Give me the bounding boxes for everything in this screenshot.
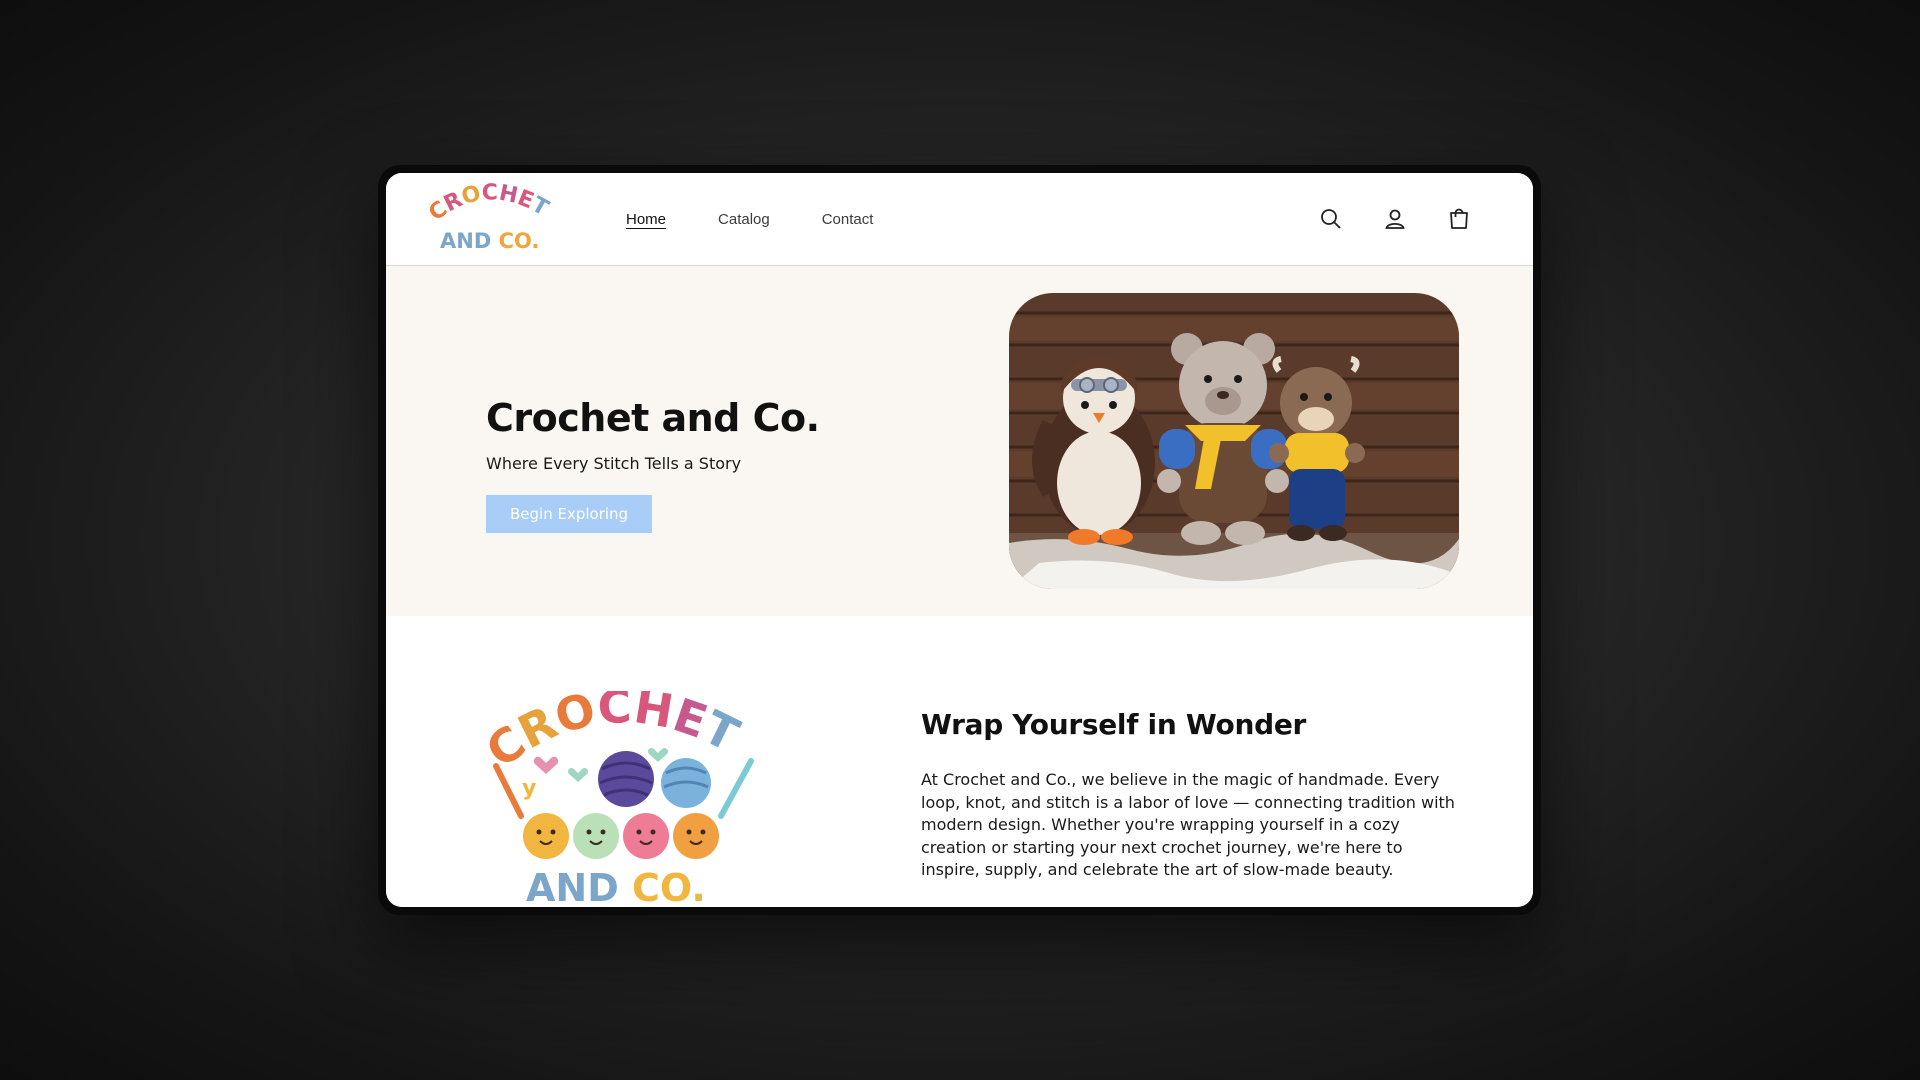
crochet-and-co-badge-logo: CROCHET y (486, 691, 754, 907)
svg-text:CROCHET: CROCHET (426, 183, 552, 226)
hero-subtitle: Where Every Stitch Tells a Story (486, 454, 742, 473)
svg-text:y: y (522, 776, 536, 801)
hero-section: Crochet and Co. Where Every Stitch Tells… (386, 266, 1533, 616)
about-section: CROCHET y (386, 616, 1533, 907)
site-header: CROCHET AND CO. Home Catalog Contact (386, 173, 1533, 266)
hero-text-block: Crochet and Co. Where Every Stitch Tells… (486, 396, 820, 533)
nav-home-link[interactable]: Home (626, 211, 666, 228)
account-icon[interactable] (1381, 205, 1409, 233)
brand-logo[interactable]: CROCHET AND CO. (426, 183, 561, 255)
device-frame: CROCHET AND CO. Home Catalog Contact Cro… (378, 165, 1541, 915)
header-actions (1317, 205, 1473, 233)
browser-screen: CROCHET AND CO. Home Catalog Contact Cro… (386, 173, 1533, 907)
about-title: Wrap Yourself in Wonder (921, 708, 1307, 741)
main-nav: Home Catalog Contact (626, 211, 873, 228)
nav-catalog-link[interactable]: Catalog (718, 211, 770, 228)
begin-exploring-button[interactable]: Begin Exploring (486, 495, 653, 533)
cart-icon[interactable] (1445, 205, 1473, 233)
hero-title: Crochet and Co. (486, 396, 820, 440)
svg-text:AND CO.: AND CO. (526, 866, 706, 907)
hero-image (1009, 293, 1459, 589)
svg-text:AND CO.: AND CO. (440, 229, 539, 253)
about-text-block: Wrap Yourself in Wonder At Crochet and C… (921, 708, 1461, 882)
about-body: At Crochet and Co., we believe in the ma… (921, 770, 1455, 879)
search-icon[interactable] (1317, 205, 1345, 233)
nav-contact-link[interactable]: Contact (822, 211, 874, 228)
